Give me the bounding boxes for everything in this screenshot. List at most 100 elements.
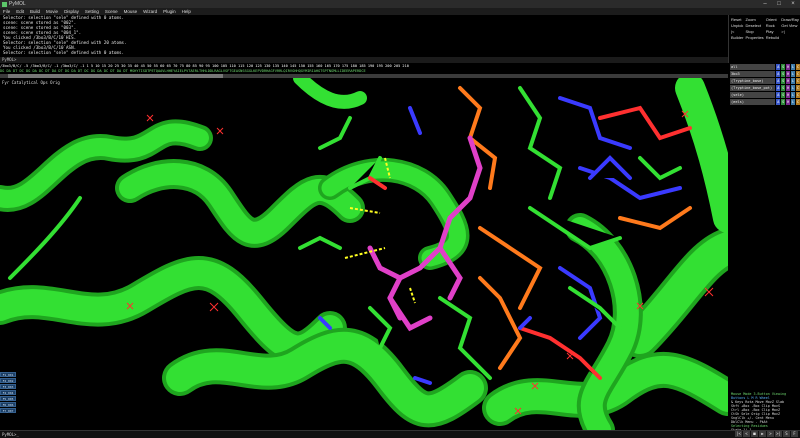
molecular-viewport[interactable]: Fyr Catalytical Ops Orig [0, 78, 728, 430]
object-name[interactable]: (Tryptine_base) [730, 78, 776, 84]
orient-button[interactable]: Orient [766, 17, 780, 22]
scene-button-list: F1_001 F2_002 F3_003 F4_004 F5_005 F6_00… [0, 372, 16, 413]
color-button[interactable]: C [796, 99, 800, 105]
label-button[interactable]: L [791, 85, 796, 91]
object-row-tryptine-base-pot: (Tryptine_base_pot) A S H L C [730, 85, 800, 91]
minimize-button[interactable]: – [758, 0, 772, 8]
object-name[interactable]: (Tryptine_base_pot) [730, 85, 776, 91]
builder-button[interactable]: Builder [731, 35, 743, 40]
color-button[interactable]: C [796, 64, 800, 70]
menu-mouse[interactable]: Mouse [121, 9, 141, 14]
console-line: Selector: selection "sele" defined with … [3, 50, 125, 55]
draw-ray-button[interactable]: Draw/Ray [781, 17, 799, 22]
scene-button[interactable]: F2_002 [0, 378, 16, 383]
menu-plugin[interactable]: Plugin [160, 9, 179, 14]
movie-controls: |< < ■ ▶ > >| S F [735, 431, 798, 437]
object-name[interactable]: (eels) [730, 99, 776, 105]
window-title: PyMOL [9, 1, 26, 7]
show-button[interactable]: S [781, 71, 786, 77]
mouse-mode-panel[interactable]: Mouse Mode 3-Button Viewing Buttons L M … [731, 392, 800, 432]
object-row-all: all A S H L C [730, 64, 800, 70]
action-button[interactable]: A [776, 64, 781, 70]
unpick-button[interactable]: Unpick [731, 23, 743, 28]
label-button[interactable]: L [791, 64, 796, 70]
stop-movie-button[interactable]: ■ [751, 431, 758, 437]
hide-button[interactable]: H [786, 92, 791, 98]
color-button[interactable]: C [796, 85, 800, 91]
label-button[interactable]: L [791, 71, 796, 77]
play-button[interactable]: Play [766, 29, 780, 34]
get-view-button[interactable]: Get View [781, 23, 799, 28]
label-button[interactable]: L [791, 92, 796, 98]
menu-setting[interactable]: Setting [82, 9, 102, 14]
status-bar[interactable]: PyMOL>_ [0, 430, 800, 438]
deselect-button[interactable]: Deselect [745, 23, 763, 28]
show-button[interactable]: S [781, 64, 786, 70]
step-forward-button[interactable]: > [767, 431, 774, 437]
label-button[interactable]: L [791, 99, 796, 105]
command-input[interactable]: PyMOL> [0, 57, 728, 63]
menu-file[interactable]: File [0, 9, 13, 14]
label-button[interactable]: L [791, 78, 796, 84]
show-button[interactable]: S [781, 85, 786, 91]
hide-button[interactable]: H [786, 78, 791, 84]
object-name[interactable]: 3bo3 [730, 71, 776, 77]
object-panel: all A S H L C 3bo3 A S H L C (Tryptine_b… [730, 64, 800, 389]
maximize-button[interactable]: □ [772, 0, 786, 8]
play-movie-button[interactable]: ▶ [759, 431, 766, 437]
menu-help[interactable]: Help [179, 9, 194, 14]
object-name[interactable]: (sele) [730, 92, 776, 98]
menu-display[interactable]: Display [61, 9, 82, 14]
show-button[interactable]: S [781, 92, 786, 98]
zoom-button[interactable]: Zoom [745, 17, 763, 22]
console-output: Selector: selection "sele" defined with … [0, 15, 728, 55]
scene-button[interactable]: F7_007 [0, 408, 16, 413]
hide-button[interactable]: H [786, 64, 791, 70]
menu-movie[interactable]: Movie [43, 9, 61, 14]
action-button[interactable]: A [776, 99, 781, 105]
hide-button[interactable]: H [786, 99, 791, 105]
scene-button[interactable]: F1_001 [0, 372, 16, 377]
action-button[interactable]: A [776, 71, 781, 77]
menu-wizard[interactable]: Wizard [140, 9, 160, 14]
first-frame-button[interactable]: |< [731, 29, 743, 34]
menu-scene[interactable]: Scene [102, 9, 121, 14]
scene-button[interactable]: F6_006 [0, 402, 16, 407]
menu-build[interactable]: Build [27, 9, 43, 14]
hide-button[interactable]: H [786, 71, 791, 77]
step-back-button[interactable]: < [743, 431, 750, 437]
reset-button[interactable]: Reset [731, 17, 743, 22]
scene-title: Fyr Catalytical Ops Orig [2, 80, 60, 85]
rewind-button[interactable]: |< [735, 431, 742, 437]
object-row-sele: (sele) A S H L C [730, 92, 800, 98]
protein-cartoon [0, 78, 728, 430]
scene-button[interactable]: F4_004 [0, 390, 16, 395]
last-frame-button[interactable]: >| [781, 29, 799, 34]
color-button[interactable]: C [796, 92, 800, 98]
color-button[interactable]: C [796, 71, 800, 77]
menu-edit[interactable]: Edit [13, 9, 27, 14]
action-button[interactable]: A [776, 92, 781, 98]
rock-button[interactable]: Rock [766, 23, 780, 28]
show-button[interactable]: S [781, 78, 786, 84]
end-button[interactable]: >| [775, 431, 782, 437]
external-button-panel: Reset Zoom Orient Draw/Ray Unpick Desele… [728, 15, 800, 63]
stop-button[interactable]: Stop [745, 29, 763, 34]
fullscreen-button[interactable]: F [791, 431, 798, 437]
molecule-render [0, 78, 728, 430]
object-name[interactable]: all [730, 64, 776, 70]
action-button[interactable]: A [776, 78, 781, 84]
status-prompt: PyMOL>_ [2, 432, 19, 437]
close-button[interactable]: × [786, 0, 800, 8]
rebuild-button[interactable]: Rebuild [766, 35, 780, 40]
action-button[interactable]: A [776, 85, 781, 91]
scene-button[interactable]: F5_005 [0, 396, 16, 401]
properties-button[interactable]: Properties [745, 35, 763, 40]
color-button[interactable]: C [796, 78, 800, 84]
window-controls: – □ × [758, 0, 800, 8]
sequence-viewer[interactable]: /3bo3/B/C/ -5 /3bo3/B/C/ -1 /3bo3/C/ -1 … [0, 64, 728, 74]
show-button[interactable]: S [781, 99, 786, 105]
scene-button[interactable]: F3_003 [0, 384, 16, 389]
sequence-toggle-button[interactable]: S [783, 431, 790, 437]
hide-button[interactable]: H [786, 85, 791, 91]
